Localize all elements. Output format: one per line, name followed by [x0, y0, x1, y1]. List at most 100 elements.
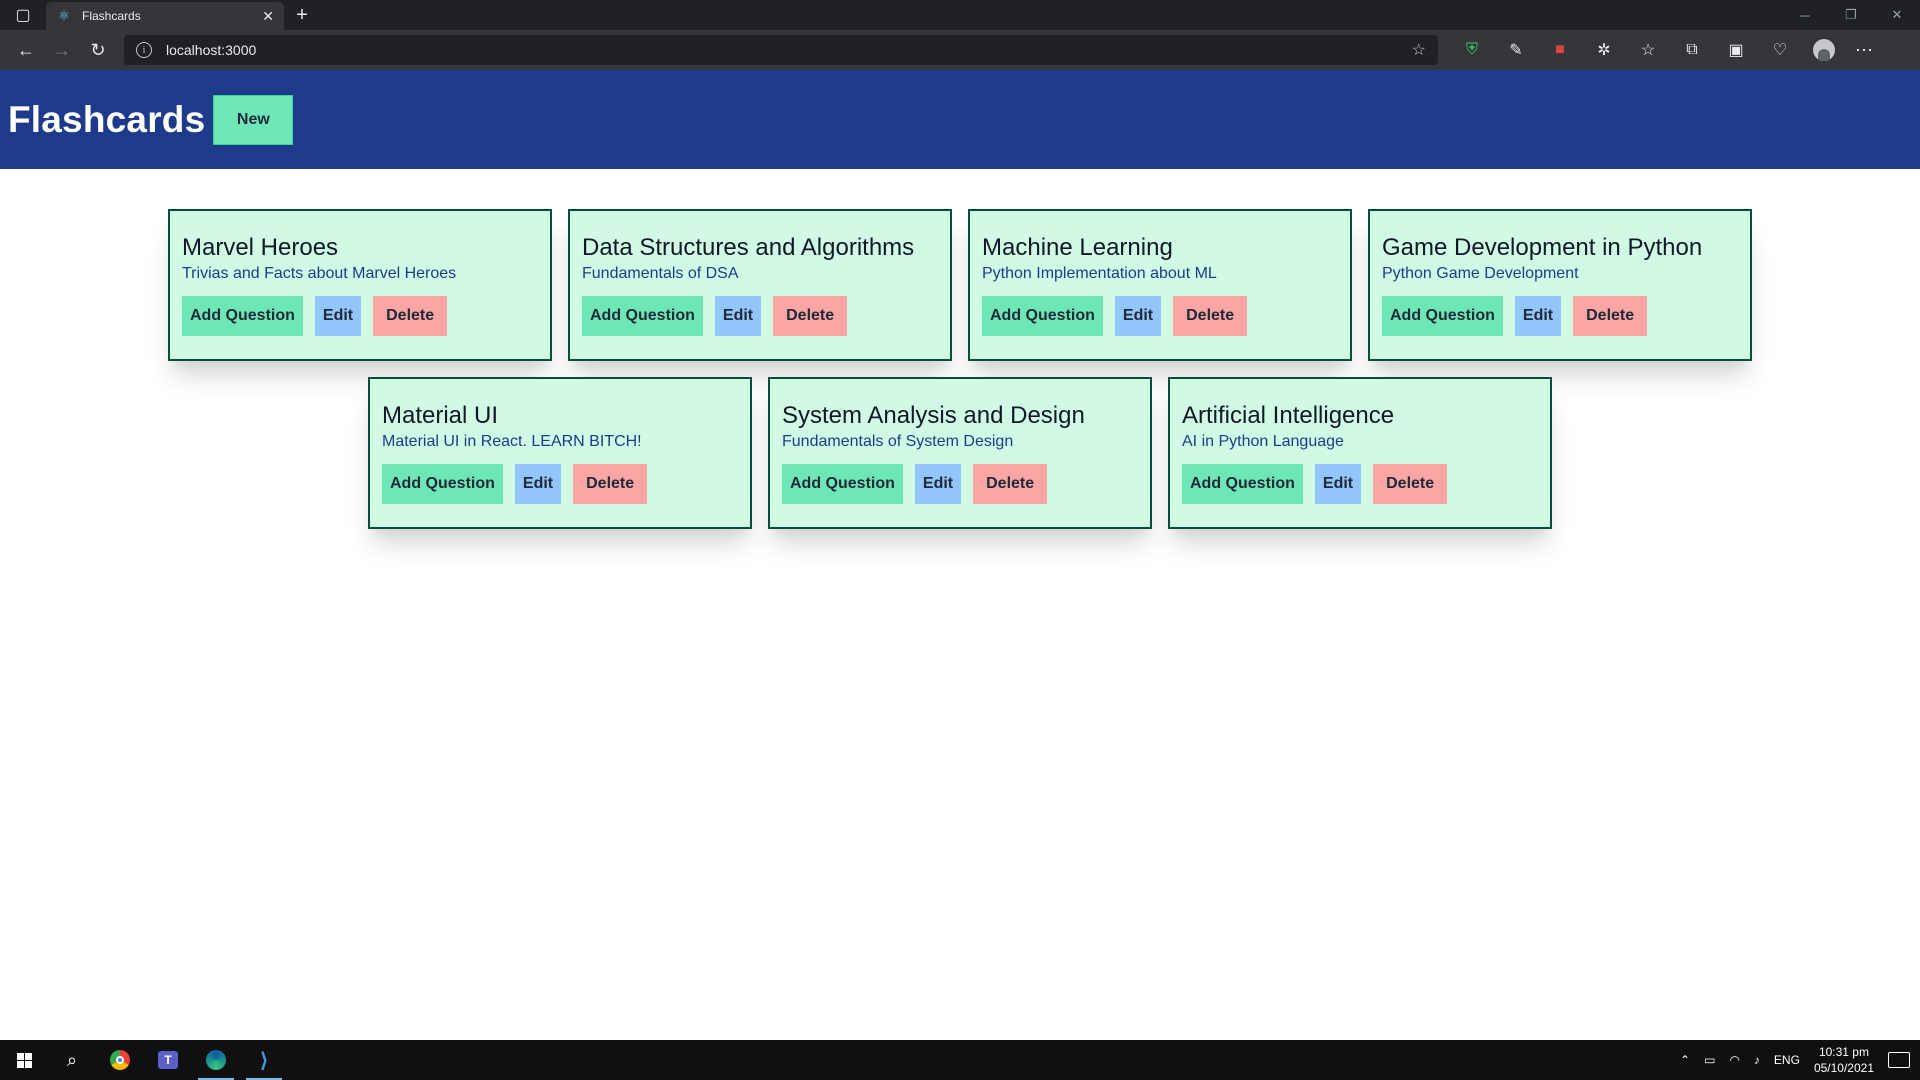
- deck-actions: Add Question Edit Delete: [982, 296, 1338, 336]
- add-favorite-icon[interactable]: ☆: [1412, 40, 1426, 60]
- delete-button[interactable]: Delete: [1573, 296, 1648, 336]
- red-extension-icon[interactable]: ■: [1538, 35, 1582, 65]
- more-options-icon[interactable]: ⋯: [1846, 34, 1882, 66]
- deck-actions: Add Question Edit Delete: [782, 464, 1138, 504]
- deck-grid: Marvel Heroes Trivias and Facts about Ma…: [0, 209, 1920, 529]
- add-question-button[interactable]: Add Question: [982, 296, 1103, 336]
- add-question-button[interactable]: Add Question: [1182, 464, 1303, 504]
- clock-time: 10:31 pm: [1818, 1045, 1869, 1059]
- battery-icon[interactable]: ▭: [1704, 1053, 1715, 1067]
- browser-essentials-icon[interactable]: ♡: [1758, 35, 1802, 65]
- deck-card: System Analysis and Design Fundamentals …: [768, 377, 1152, 529]
- deck-description: Trivias and Facts about Marvel Heroes: [182, 265, 457, 282]
- deck-card: Game Development in Python Python Game D…: [1368, 209, 1752, 361]
- deck-title: Marvel Heroes: [182, 234, 339, 261]
- restore-icon[interactable]: ❐: [1828, 0, 1874, 30]
- profile-avatar-icon[interactable]: [1813, 39, 1835, 61]
- deck-card: Marvel Heroes Trivias and Facts about Ma…: [168, 209, 552, 361]
- browser-toolbar: ← → ↻ i localhost:3000 ☆ ⛨ ✎ ■ ✲ ☆ ⧉ ▣ ♡…: [0, 30, 1920, 70]
- teams-icon[interactable]: T: [144, 1040, 192, 1080]
- delete-button[interactable]: Delete: [773, 296, 848, 336]
- deck-card: Material UI Material UI in React. LEARN …: [368, 377, 752, 529]
- vscode-icon[interactable]: ⟩: [240, 1040, 288, 1080]
- new-deck-button[interactable]: New: [213, 94, 294, 145]
- browser-tab-bar: ▢ ⚛ Flashcards ✕ + ─ ❐ ✕: [0, 0, 1920, 30]
- browser-tab[interactable]: ⚛ Flashcards ✕: [46, 2, 284, 30]
- wifi-icon[interactable]: ◠: [1729, 1053, 1739, 1067]
- delete-button[interactable]: Delete: [973, 464, 1048, 504]
- deck-card: Machine Learning Python Implementation a…: [968, 209, 1352, 361]
- deck-actions: Add Question Edit Delete: [582, 296, 938, 336]
- site-info-icon[interactable]: i: [136, 42, 152, 58]
- favorites-icon[interactable]: ☆: [1626, 35, 1670, 65]
- collections-icon[interactable]: ⧉: [1670, 35, 1714, 65]
- edge-icon[interactable]: [192, 1040, 240, 1080]
- search-icon[interactable]: ⌕: [48, 1040, 96, 1080]
- close-tab-icon[interactable]: ✕: [262, 8, 274, 25]
- address-bar[interactable]: i localhost:3000 ☆: [124, 35, 1438, 65]
- edit-button[interactable]: Edit: [1314, 464, 1362, 504]
- deck-title: Data Structures and Algorithms: [582, 234, 915, 261]
- edit-button[interactable]: Edit: [914, 464, 962, 504]
- add-question-button[interactable]: Add Question: [1382, 296, 1503, 336]
- chevron-up-icon[interactable]: ⌃: [1680, 1053, 1690, 1067]
- edit-button[interactable]: Edit: [1514, 296, 1562, 336]
- clock[interactable]: 10:31 pm 05/10/2021: [1814, 1044, 1874, 1076]
- add-question-button[interactable]: Add Question: [582, 296, 703, 336]
- add-question-button[interactable]: Add Question: [382, 464, 503, 504]
- close-window-icon[interactable]: ✕: [1874, 0, 1920, 30]
- chrome-icon[interactable]: [96, 1040, 144, 1080]
- back-arrow-icon[interactable]: ←: [8, 34, 44, 66]
- deck-card: Data Structures and Algorithms Fundament…: [568, 209, 952, 361]
- deck-actions: Add Question Edit Delete: [382, 464, 738, 504]
- edit-button[interactable]: Edit: [1114, 296, 1162, 336]
- deck-card: Artificial Intelligence AI in Python Lan…: [1168, 377, 1552, 529]
- deck-description: Python Game Development: [1382, 265, 1579, 282]
- windows-taskbar: ⌕ T ⟩ ⌃ ▭ ◠ ♪ ENG 10:31 pm 05/10/2021: [0, 1040, 1920, 1080]
- deck-actions: Add Question Edit Delete: [1382, 296, 1738, 336]
- volume-icon[interactable]: ♪: [1754, 1053, 1760, 1067]
- extensions-puzzle-icon[interactable]: ✲: [1582, 35, 1626, 65]
- deck-title: Game Development in Python: [1382, 234, 1703, 261]
- deck-title: Machine Learning: [982, 234, 1173, 261]
- app-title: Flashcards: [8, 98, 206, 140]
- minimize-icon[interactable]: ─: [1782, 0, 1828, 30]
- extension-icons: ⛨ ✎ ■ ✲ ☆ ⧉ ▣ ♡: [1450, 35, 1802, 65]
- edit-button[interactable]: Edit: [314, 296, 362, 336]
- edit-button[interactable]: Edit: [714, 296, 762, 336]
- deck-description: Fundamentals of System Design: [782, 433, 1014, 450]
- window-controls: ─ ❐ ✕: [1782, 0, 1920, 30]
- deck-description: Python Implementation about ML: [982, 265, 1217, 282]
- clock-date: 05/10/2021: [1813, 1061, 1874, 1075]
- windows-start-icon[interactable]: [0, 1040, 48, 1080]
- deck-description: Fundamentals of DSA: [582, 265, 739, 282]
- react-favicon-icon: ⚛: [58, 8, 70, 23]
- url-text[interactable]: localhost:3000: [166, 42, 1412, 58]
- tab-actions-icon[interactable]: ▢: [0, 0, 46, 30]
- delete-button[interactable]: Delete: [573, 464, 648, 504]
- deck-title: System Analysis and Design: [782, 402, 1085, 429]
- language-indicator[interactable]: ENG: [1774, 1053, 1800, 1067]
- add-question-button[interactable]: Add Question: [182, 296, 303, 336]
- new-tab-icon[interactable]: +: [284, 0, 320, 30]
- immersive-reader-icon[interactable]: ▣: [1714, 35, 1758, 65]
- delete-button[interactable]: Delete: [1373, 464, 1448, 504]
- deck-actions: Add Question Edit Delete: [182, 296, 538, 336]
- notifications-icon[interactable]: [1888, 1052, 1910, 1068]
- shield-extension-icon[interactable]: ⛨: [1450, 35, 1494, 65]
- tab-title: Flashcards: [82, 9, 141, 23]
- deck-actions: Add Question Edit Delete: [1182, 464, 1538, 504]
- edit-button[interactable]: Edit: [514, 464, 562, 504]
- deck-description: AI in Python Language: [1182, 433, 1344, 450]
- deck-title: Material UI: [382, 402, 499, 429]
- color-picker-extension-icon[interactable]: ✎: [1494, 35, 1538, 65]
- system-tray: ⌃ ▭ ◠ ♪ ENG 10:31 pm 05/10/2021: [1680, 1044, 1920, 1076]
- reload-icon[interactable]: ↻: [80, 34, 116, 66]
- app-header: Flashcards New: [0, 70, 1920, 169]
- forward-arrow-icon[interactable]: →: [44, 34, 80, 66]
- deck-title: Artificial Intelligence: [1182, 402, 1395, 429]
- delete-button[interactable]: Delete: [1173, 296, 1248, 336]
- delete-button[interactable]: Delete: [373, 296, 448, 336]
- add-question-button[interactable]: Add Question: [782, 464, 903, 504]
- deck-description: Material UI in React. LEARN BITCH!: [382, 433, 642, 450]
